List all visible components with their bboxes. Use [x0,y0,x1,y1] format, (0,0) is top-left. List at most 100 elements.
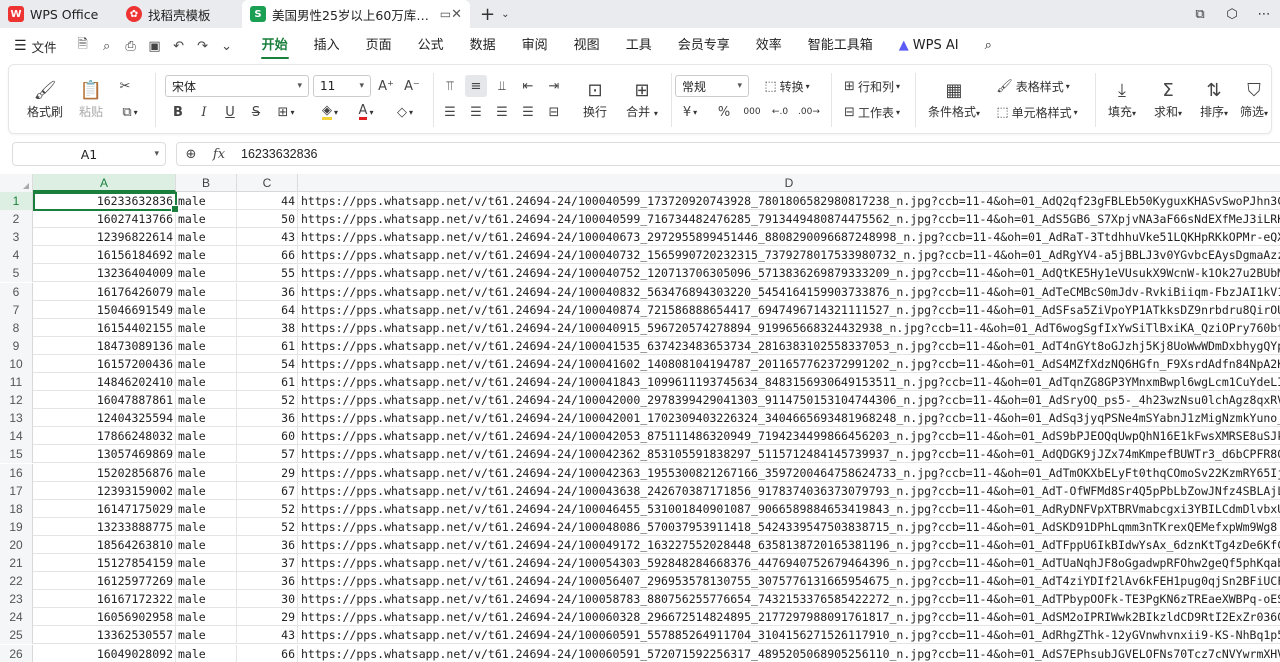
close-tab-icon[interactable]: ✕ [451,7,462,22]
row-header[interactable]: 17 [0,481,33,500]
select-all-corner[interactable] [0,174,33,192]
cell-phone[interactable]: 13233888775 [33,517,176,536]
cell-phone[interactable]: 14846202410 [33,373,176,391]
cell-phone[interactable]: 12404325594 [33,409,176,428]
cell-url[interactable]: https://pps.whatsapp.net/v/t61.24694-24/… [298,608,1280,626]
cell-url[interactable]: https://pps.whatsapp.net/v/t61.24694-24/… [298,590,1280,608]
cell-age[interactable]: 67 [237,481,298,500]
cell-age[interactable]: 66 [237,644,298,662]
cell-url[interactable]: https://pps.whatsapp.net/v/t61.24694-24/… [298,283,1280,301]
cell-phone[interactable]: 15202856876 [33,463,176,482]
cell-url[interactable]: https://pps.whatsapp.net/v/t61.24694-24/… [298,337,1280,355]
cube-icon[interactable]: ⬡ [1216,7,1248,22]
cell-phone[interactable]: 16049028092 [33,644,176,662]
cell-gender[interactable]: male [176,517,237,536]
align-right-button[interactable]: ☰ [491,101,513,123]
font-grow-button[interactable]: A⁺ [375,75,397,97]
thousands-button[interactable]: 000 [739,101,765,123]
cell-url[interactable]: https://pps.whatsapp.net/v/t61.24694-24/… [298,554,1280,572]
row-header[interactable]: 20 [0,535,33,554]
align-center-button[interactable]: ☰ [465,101,487,123]
tab-member[interactable]: 会员专享 [665,28,743,64]
cell-style-button[interactable]: ⬚ 单元格样式 ▾ [993,101,1081,123]
cell-phone[interactable]: 16056902958 [33,608,176,627]
cell-age[interactable]: 29 [237,463,298,482]
cell-gender[interactable]: male [176,499,237,518]
cell-url[interactable]: https://pps.whatsapp.net/v/t61.24694-24/… [298,246,1280,264]
row-header[interactable]: 7 [0,300,33,319]
cell-url[interactable]: https://pps.whatsapp.net/v/t61.24694-24/… [298,626,1280,644]
cell-phone[interactable]: 16233632836 [33,192,176,210]
sum-button[interactable]: Σ 求和▾ [1147,73,1189,125]
restore-window-icon[interactable]: ⧉ [1184,7,1216,22]
cell-age[interactable]: 36 [237,409,298,428]
cell-url[interactable]: https://pps.whatsapp.net/v/t61.24694-24/… [298,192,1280,210]
cell-age[interactable]: 64 [237,300,298,319]
percent-button[interactable]: % [713,101,735,123]
row-header[interactable]: 18 [0,499,33,518]
table-style-button[interactable]: 🖌 表格样式 ▾ [993,75,1073,97]
file-menu[interactable]: ☰ 文件 [14,37,57,56]
cell-age[interactable]: 61 [237,336,298,355]
tab-review[interactable]: 审阅 [509,28,561,64]
cell-phone[interactable]: 13236404009 [33,264,176,283]
justify-button[interactable]: ☰ [517,101,539,123]
column-header-d[interactable]: D [298,174,1280,192]
row-header[interactable]: 16 [0,463,33,482]
column-header-c[interactable]: C [237,174,298,192]
italic-button[interactable]: I [193,101,215,123]
cell-phone[interactable]: 16147175029 [33,499,176,518]
cell-gender[interactable]: male [176,409,237,428]
cell-gender[interactable]: male [176,210,237,229]
cut-button[interactable]: ✂ [113,75,137,97]
cell-phone[interactable]: 15046691549 [33,300,176,319]
cell-phone[interactable]: 16176426079 [33,282,176,301]
decimal-increase-button[interactable]: ←.0 [767,101,793,123]
print-icon[interactable]: ⎙ [119,39,143,54]
align-bottom-button[interactable]: ⫫ [491,75,513,97]
cell-phone[interactable]: 17866248032 [33,427,176,446]
cell-age[interactable]: 36 [237,282,298,301]
cell-url[interactable]: https://pps.whatsapp.net/v/t61.24694-24/… [298,464,1280,482]
row-header[interactable]: 8 [0,318,33,337]
cell-age[interactable]: 55 [237,264,298,283]
tab-formula[interactable]: 公式 [405,28,457,64]
sheet-grid[interactable]: A B C D 1 16233632836 male 44 https://pps.wh… [0,174,1280,662]
clear-button[interactable]: ◇ ▾ [389,101,421,123]
row-header[interactable]: 10 [0,354,33,373]
tab-view[interactable]: 视图 [561,28,613,64]
row-header[interactable]: 13 [0,409,33,428]
find-icon[interactable]: ⌕ [95,39,119,54]
decimal-decrease-button[interactable]: .00→ [795,101,823,123]
cell-gender[interactable]: male [176,391,237,410]
undo-icon[interactable]: ↶ [167,39,191,54]
indent-decrease-button[interactable]: ⇤ [517,75,539,97]
cell-gender[interactable]: male [176,554,237,572]
row-header[interactable]: 4 [0,246,33,265]
new-tab-button[interactable]: + [480,4,495,25]
format-painter-button[interactable]: 🖌 格式刷 [23,73,67,125]
strikethrough-button[interactable]: S [245,101,267,123]
more-icon[interactable]: ⋯ [1248,7,1280,22]
row-header[interactable]: 22 [0,572,33,591]
align-middle-button[interactable]: ≡ [465,75,487,97]
worksheet-button[interactable]: ⊟ 工作表 ▾ [837,101,907,123]
cell-age[interactable]: 50 [237,210,298,229]
currency-button[interactable]: ¥ ▾ [677,101,703,123]
cell-url[interactable]: https://pps.whatsapp.net/v/t61.24694-24/… [298,500,1280,518]
row-col-button[interactable]: ⊞ 行和列 ▾ [837,75,907,97]
cell-age[interactable]: 52 [237,391,298,410]
cell-url[interactable]: https://pps.whatsapp.net/v/t61.24694-24/… [298,391,1280,409]
border-button[interactable]: ⊞ ▾ [271,101,301,123]
cell-gender[interactable]: male [176,354,237,373]
cell-url[interactable]: https://pps.whatsapp.net/v/t61.24694-24/… [298,264,1280,282]
cell-phone[interactable]: 16027413766 [33,210,176,229]
fx-icon[interactable]: fx [205,147,233,162]
tab-smart-toolbox[interactable]: 智能工具箱 [795,28,886,64]
cell-phone[interactable]: 16154402155 [33,318,176,337]
row-header[interactable]: 9 [0,336,33,355]
align-left-button[interactable]: ☰ [439,101,461,123]
sort-button[interactable]: ⇅ 排序▾ [1193,73,1235,125]
cell-gender[interactable]: male [176,590,237,609]
cell-url[interactable]: https://pps.whatsapp.net/v/t61.24694-24/… [298,536,1280,554]
